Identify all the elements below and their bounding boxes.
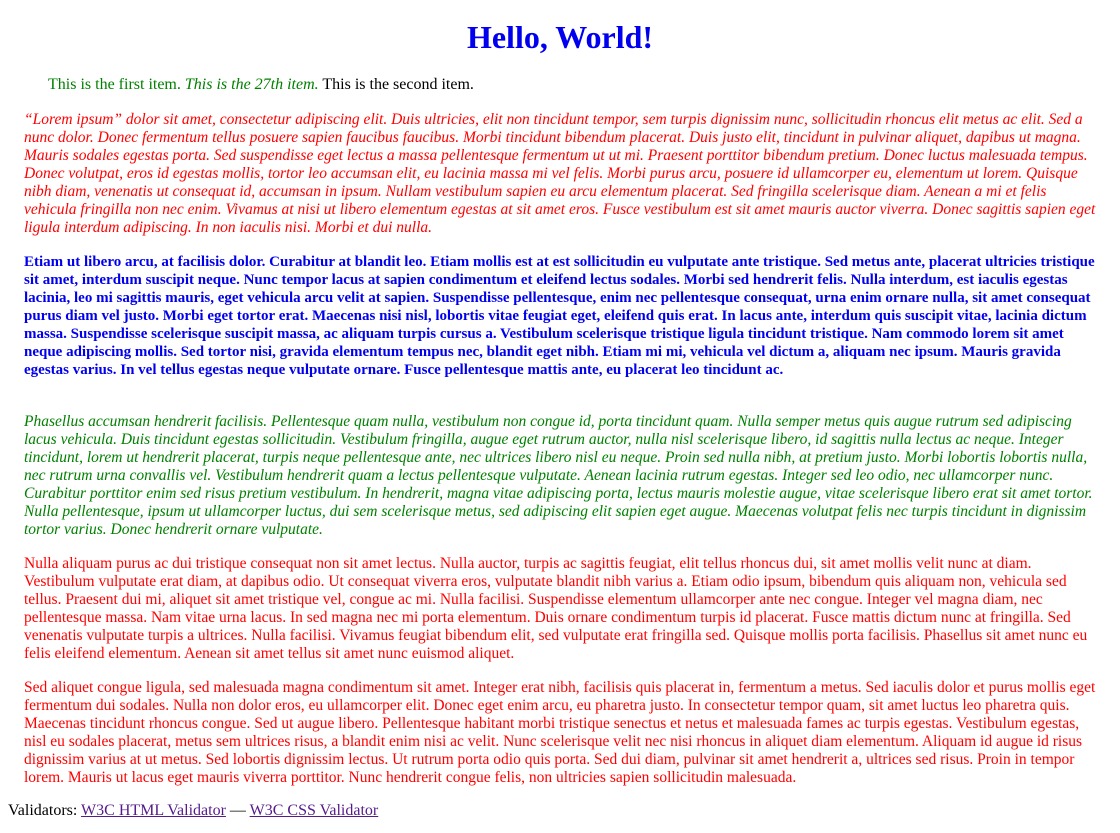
paragraph-1: “Lorem ipsum” dolor sit amet, consectetu… — [24, 111, 1096, 236]
item-list: This is the first item. This is the 27th… — [48, 76, 1108, 94]
list-item-27th: This is the 27th item. — [184, 76, 319, 93]
list-item-first: This is the first item. — [48, 76, 181, 93]
html-validator-link[interactable]: W3C HTML Validator — [81, 802, 226, 819]
link-separator: — — [229, 802, 246, 819]
paragraph-5: Sed aliquet congue ligula, sed malesuada… — [24, 679, 1096, 786]
page-title: Hello, World! — [466, 19, 654, 55]
paragraph-4: Nulla aliquam purus ac dui tristique con… — [24, 555, 1088, 662]
validators-footer: Validators: W3C HTML Validator — W3C CSS… — [8, 802, 378, 820]
paragraph-2: Etiam ut libero arcu, at facilisis dolor… — [24, 254, 1095, 378]
css-validator-link[interactable]: W3C CSS Validator — [250, 802, 379, 819]
list-item-second: This is the second item. — [322, 76, 474, 93]
paragraph-3: Phasellus accumsan hendrerit facilisis. … — [24, 413, 1093, 538]
validators-label: Validators: — [8, 802, 78, 819]
